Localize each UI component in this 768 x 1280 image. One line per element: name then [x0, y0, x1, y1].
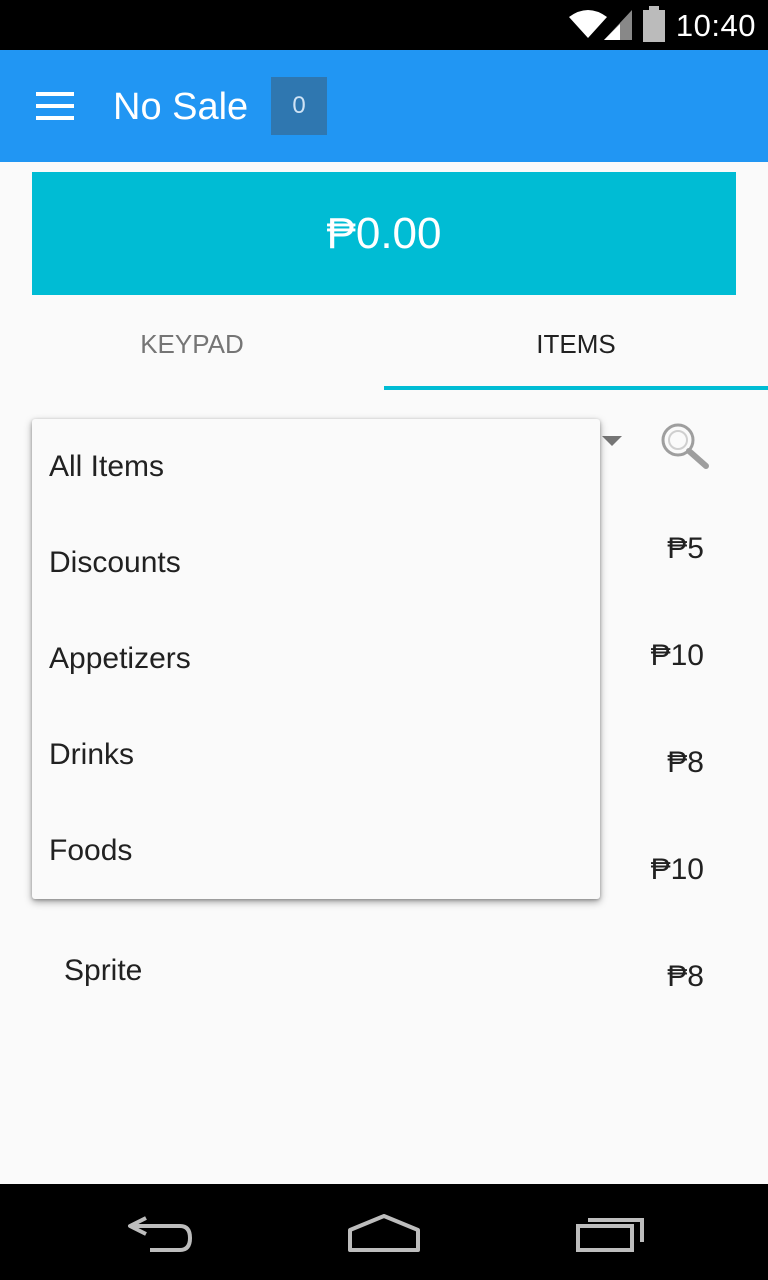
wifi-icon: [569, 10, 607, 38]
battery-icon: [643, 6, 665, 42]
tab-items[interactable]: ITEMS: [384, 310, 768, 390]
item-price: ₱10: [650, 639, 704, 672]
dropdown-option-discounts[interactable]: Discounts: [32, 515, 600, 611]
charge-total-button[interactable]: ₱0.00: [32, 172, 736, 295]
item-price: ₱5: [667, 532, 704, 565]
tab-keypad[interactable]: KEYPAD: [0, 310, 384, 390]
tab-bar: KEYPAD ITEMS: [0, 310, 768, 390]
category-dropdown-menu: All Items Discounts Appetizers Drinks Fo…: [32, 419, 600, 899]
item-name: Sprite: [64, 954, 143, 987]
dropdown-option-foods[interactable]: Foods: [32, 803, 600, 899]
hamburger-menu-icon[interactable]: [36, 92, 76, 122]
system-nav-bar: [0, 1184, 768, 1280]
status-bar: 10:40: [0, 0, 768, 50]
page-title: No Sale: [113, 86, 249, 128]
signal-icon: [604, 10, 632, 40]
dropdown-option-appetizers[interactable]: Appetizers: [32, 611, 600, 707]
recent-apps-icon[interactable]: [574, 1212, 646, 1254]
ticket-count-badge[interactable]: 0: [271, 77, 327, 135]
item-price: ₱8: [667, 746, 704, 779]
clock: 10:40: [675, 8, 756, 43]
tab-indicator: [384, 386, 768, 390]
item-price: ₱8: [667, 960, 704, 993]
dropdown-option-all-items[interactable]: All Items: [32, 419, 600, 515]
screen: 10:40 No Sale 0 ₱0.00 KEYPAD ITEMS ₱5 ₱1…: [0, 0, 768, 1280]
dropdown-option-drinks[interactable]: Drinks: [32, 707, 600, 803]
dropdown-arrow-icon[interactable]: [602, 436, 622, 446]
home-icon[interactable]: [346, 1212, 422, 1254]
item-price: ₱10: [650, 853, 704, 886]
back-icon[interactable]: [124, 1212, 196, 1254]
search-icon[interactable]: [656, 420, 712, 470]
app-bar: No Sale 0: [0, 50, 768, 162]
list-item[interactable]: Sprite ₱8: [0, 924, 768, 1031]
